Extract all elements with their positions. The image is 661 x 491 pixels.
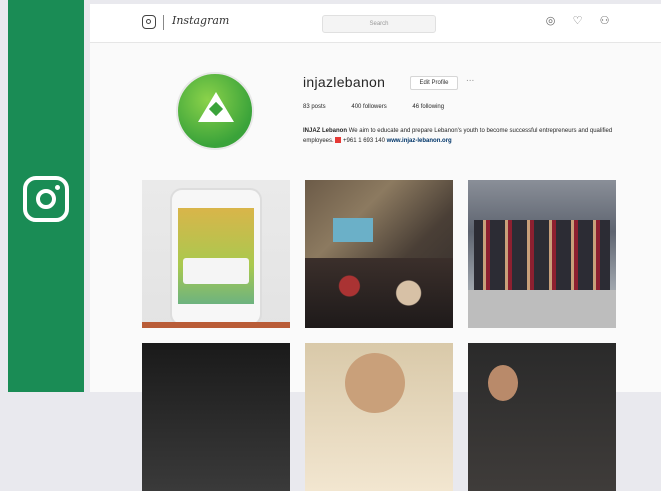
- instagram-wordmark[interactable]: Instagram: [172, 14, 229, 27]
- divider: [163, 15, 164, 30]
- following-count[interactable]: 46 following: [412, 104, 444, 110]
- profile-header: injazlebanon Edit Profile ... 83 posts 4…: [90, 42, 661, 182]
- camera-icon[interactable]: [142, 15, 156, 29]
- posts-count: 83 posts: [303, 104, 326, 110]
- bio: INJAZ Lebanon We aim to educate and prep…: [303, 126, 613, 146]
- phone-icon: [335, 137, 342, 144]
- post-thumbnail[interactable]: [305, 180, 453, 328]
- logo-triangle-icon: [198, 92, 234, 122]
- post-thumbnail[interactable]: [468, 180, 616, 328]
- bio-phone: +961 1 693 140: [343, 138, 385, 144]
- post-thumbnail[interactable]: [142, 180, 290, 328]
- profile-stats: 83 posts 400 followers 46 following: [303, 104, 468, 110]
- instagram-window: Instagram Search ◎ ♡ ⚇ injazlebanon Edit…: [90, 4, 661, 491]
- avatar[interactable]: [176, 72, 254, 150]
- post-thumbnail[interactable]: [468, 343, 616, 491]
- green-sidebar: [8, 0, 84, 392]
- bio-link[interactable]: www.injaz-lebanon.org: [387, 138, 452, 144]
- compass-icon[interactable]: ◎: [545, 16, 556, 27]
- edit-profile-button[interactable]: Edit Profile: [410, 76, 458, 90]
- instagram-icon: [23, 176, 69, 222]
- post-thumbnail[interactable]: [142, 343, 290, 491]
- top-navigation: Instagram Search ◎ ♡ ⚇: [90, 4, 661, 43]
- user-icon[interactable]: ⚇: [599, 16, 610, 27]
- username: injazlebanon: [303, 74, 386, 90]
- post-thumbnail[interactable]: [305, 343, 453, 491]
- bio-name: INJAZ Lebanon: [303, 128, 348, 134]
- options-icon[interactable]: ...: [466, 73, 474, 84]
- search-input[interactable]: Search: [322, 15, 436, 33]
- heart-icon[interactable]: ♡: [572, 16, 583, 27]
- followers-count[interactable]: 400 followers: [351, 104, 386, 110]
